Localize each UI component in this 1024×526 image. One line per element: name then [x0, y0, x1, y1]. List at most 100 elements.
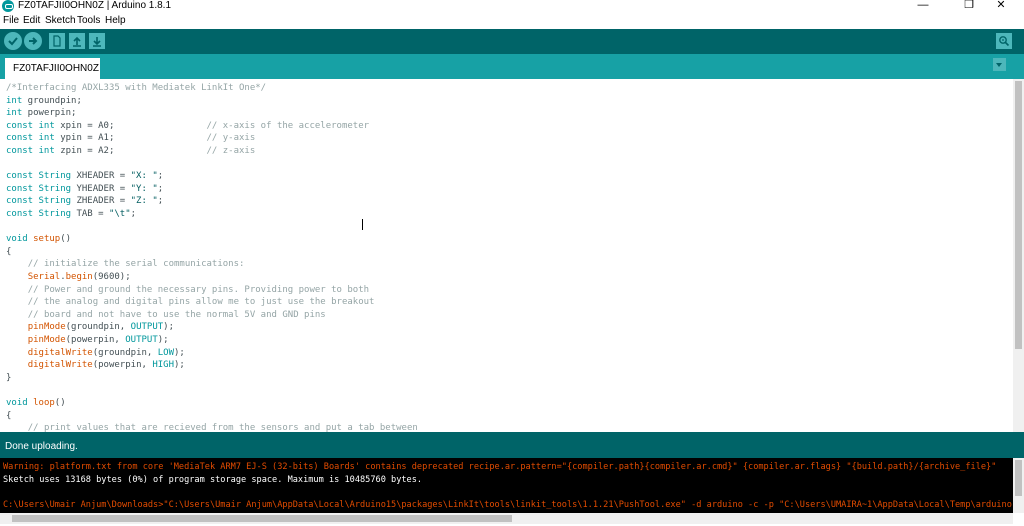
code-token: xpin = A0;	[54, 120, 207, 131]
console-vertical-scrollbar[interactable]	[1013, 458, 1024, 513]
serial-monitor-button[interactable]	[996, 33, 1012, 49]
code-line[interactable]: const int xpin = A0; // x-axis of the ac…	[6, 120, 369, 133]
menu-bar: File Edit Sketch Tools Help	[0, 13, 1024, 28]
close-button[interactable]: ✕	[978, 0, 1024, 12]
code-token: digitalWrite	[27, 360, 93, 371]
code-line[interactable]: digitalWrite(groundpin, LOW);	[6, 347, 185, 360]
code-line[interactable]: /*Interfacing ADXL335 with Mediatek Link…	[6, 82, 266, 95]
status-message: Done uploading.	[5, 441, 78, 452]
code-token: // print values that are recieved from t…	[27, 423, 418, 432]
code-token: ;	[157, 196, 164, 207]
code-token: void	[6, 398, 28, 408]
code-line[interactable]: void setup()	[6, 233, 71, 246]
editor-scrollbar-thumb[interactable]	[1015, 81, 1022, 349]
code-line[interactable]: const int ypin = A1; // y-axis	[6, 132, 255, 145]
console-horizontal-scrollbar[interactable]	[0, 513, 1013, 524]
toolbar	[0, 29, 1024, 54]
code-line[interactable]: // the analog and digital pins allow me …	[6, 296, 375, 309]
code-token: );	[174, 360, 185, 371]
code-line[interactable]: pinMode(powerpin, OUTPUT);	[6, 334, 169, 347]
code-token: const	[6, 171, 34, 182]
code-token: digitalWrite	[27, 347, 93, 358]
tab-strip: FZ0TAFJII0OHN0Z	[0, 54, 1024, 79]
code-line[interactable]: const String ZHEADER = "Z: ";	[6, 195, 163, 208]
code-token: TAB =	[71, 209, 109, 219]
code-token: // Power and ground the necessary pins. …	[27, 284, 370, 295]
code-token: String	[38, 171, 72, 182]
code-editor[interactable]: /*Interfacing ADXL335 with Mediatek Link…	[0, 79, 1013, 432]
code-line[interactable]: pinMode(groundpin, OUTPUT);	[6, 321, 174, 334]
code-line[interactable]: // initialize the serial communications:	[6, 258, 245, 271]
code-token: "Z: "	[130, 196, 158, 207]
code-token: }	[6, 372, 12, 383]
arduino-logo-icon	[2, 0, 14, 12]
console-line: C:\Users\Umair Anjum\Downloads>"C:\Users…	[3, 499, 1012, 510]
code-token: ;	[157, 183, 164, 194]
menu-help[interactable]: Help	[105, 14, 126, 27]
code-token: void	[6, 234, 28, 245]
code-line[interactable]: // Power and ground the necessary pins. …	[6, 284, 369, 297]
code-line[interactable]: {	[6, 410, 11, 423]
console-hscrollbar-thumb[interactable]	[12, 515, 512, 522]
code-token: const	[6, 120, 34, 131]
code-token: /*Interfacing ADXL335 with Mediatek Link…	[6, 83, 267, 93]
code-token: XHEADER =	[71, 171, 131, 182]
code-line[interactable]: const int zpin = A2; // z-axis	[6, 145, 255, 158]
code-token: String	[38, 209, 72, 219]
console-vscrollbar-thumb[interactable]	[1015, 460, 1022, 496]
code-line[interactable]: // board and not have to use the normal …	[6, 309, 326, 322]
menu-edit[interactable]: Edit	[23, 14, 40, 27]
code-line[interactable]: void loop()	[6, 397, 66, 410]
code-token: {	[6, 410, 12, 421]
open-sketch-icon	[73, 36, 81, 47]
code-token: ()	[60, 234, 72, 245]
tab-sketch[interactable]: FZ0TAFJII0OHN0Z	[5, 58, 100, 79]
code-line[interactable]: {	[6, 246, 11, 259]
menu-file[interactable]: File	[3, 14, 19, 27]
editor-vertical-scrollbar[interactable]	[1013, 79, 1024, 432]
code-token: OUTPUT	[130, 322, 164, 333]
upload-button[interactable]	[24, 32, 42, 50]
code-token: String	[38, 183, 72, 194]
console-output[interactable]: Warning: platform.txt from core 'MediaTe…	[0, 458, 1013, 513]
code-token: int	[38, 120, 55, 131]
code-line[interactable]: const String XHEADER = "X: ";	[6, 170, 163, 183]
code-line[interactable]: }	[6, 372, 11, 385]
code-token: powerpin;	[22, 108, 77, 119]
open-sketch-button[interactable]	[69, 33, 85, 49]
code-token: "Y: "	[130, 183, 158, 194]
code-token: // x-axis of the accelerometer	[206, 120, 370, 131]
code-token: const	[6, 146, 34, 156]
code-token: int	[38, 146, 55, 156]
window-title: FZ0TAFJII0OHN0Z | Arduino 1.8.1	[18, 0, 172, 11]
menu-tools[interactable]: Tools	[77, 14, 100, 27]
code-token: );	[174, 347, 185, 358]
code-line[interactable]: const String YHEADER = "Y: ";	[6, 183, 163, 196]
minimize-button[interactable]: —	[900, 0, 946, 12]
code-line[interactable]: int groundpin;	[6, 95, 82, 108]
code-token: (powerpin,	[92, 360, 153, 371]
code-line[interactable]: digitalWrite(powerpin, HIGH);	[6, 359, 185, 372]
upload-icon	[29, 37, 38, 45]
code-line[interactable]: const String TAB = "\t";	[6, 208, 136, 221]
code-line[interactable]: Serial.begin(9600);	[6, 271, 131, 284]
code-line[interactable]: int powerpin;	[6, 107, 76, 120]
tab-menu-chevron-down-icon[interactable]	[993, 58, 1006, 71]
code-token: int	[38, 133, 55, 144]
save-sketch-button[interactable]	[89, 33, 105, 49]
code-token: (groundpin,	[65, 322, 131, 333]
code-token: const	[6, 183, 34, 194]
code-line[interactable]: // print values that are recieved from t…	[6, 422, 418, 432]
code-token: );	[163, 322, 175, 333]
menu-sketch[interactable]: Sketch	[45, 14, 76, 27]
verify-button[interactable]	[4, 32, 22, 50]
code-token: begin	[65, 272, 93, 282]
console-line: Warning: platform.txt from core 'MediaTe…	[3, 462, 997, 472]
new-sketch-button[interactable]	[49, 33, 65, 49]
code-token: // y-axis	[206, 133, 256, 144]
